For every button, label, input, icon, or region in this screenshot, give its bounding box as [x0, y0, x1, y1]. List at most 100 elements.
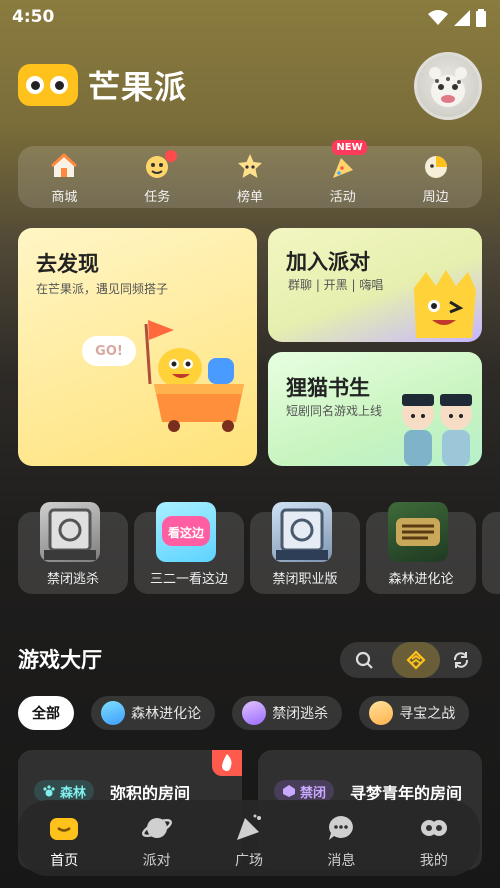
- tab-party[interactable]: 派对: [110, 800, 202, 876]
- battery-icon: [476, 9, 486, 27]
- profile-icon: [420, 820, 447, 836]
- nav-label: 任务: [144, 190, 171, 205]
- room-tag-label: 禁闭: [300, 785, 327, 801]
- nav-label: 活动: [329, 190, 356, 205]
- merch-icon: [424, 156, 447, 178]
- chip-treasure[interactable]: 寻宝之战: [359, 696, 470, 730]
- look-here-logo-icon: 看这边: [162, 516, 210, 546]
- lock-shape-icon: [283, 785, 295, 797]
- crown-mascot-icon: [414, 270, 476, 338]
- signal-icon: [454, 10, 470, 26]
- shop-icon: [51, 152, 78, 177]
- status-bar: 4:50: [0, 0, 500, 34]
- nav-item-shop[interactable]: 商城: [18, 146, 111, 208]
- hot-badge: [212, 750, 242, 776]
- lockdown-game-icon: [242, 701, 267, 725]
- game-label: 禁闭逃杀: [46, 572, 99, 587]
- game-thumbnail: 看这边: [156, 502, 216, 562]
- game-tile[interactable]: 禁闭逃杀: [18, 502, 128, 594]
- home-icon: [50, 818, 79, 840]
- message-icon: [329, 816, 354, 840]
- cat-scholar-card[interactable]: 狸猫书生 短剧同名游戏上线: [268, 352, 482, 466]
- nav-item-merch[interactable]: 周边: [389, 146, 482, 208]
- vault-door-icon: [276, 508, 328, 560]
- go-bubble: GO!: [82, 336, 136, 366]
- tab-label: 消息: [327, 853, 356, 869]
- cart-illustration-icon: [144, 320, 244, 432]
- square-icon: [237, 814, 262, 840]
- quick-nav: 商城 任务 榜单 NEW 活动 周边: [18, 140, 482, 208]
- nav-item-activity[interactable]: NEW 活动: [296, 140, 389, 208]
- game-tile[interactable]: 禁闭职业版: [250, 502, 360, 594]
- status-icons: [428, 9, 486, 27]
- switch-mode-button[interactable]: [392, 642, 440, 678]
- game-tile-partial[interactable]: [482, 512, 500, 594]
- user-avatar[interactable]: [414, 52, 482, 120]
- thumb-text: 看这边: [168, 525, 205, 540]
- bottom-tab-bar: 首页 派对 广场 消息 我的: [18, 800, 480, 876]
- card-subtitle: 在芒果派，遇见同频搭子: [36, 282, 169, 296]
- new-badge: NEW: [332, 140, 367, 155]
- paw-icon: [43, 785, 55, 797]
- tab-messages[interactable]: 消息: [295, 800, 387, 876]
- forest-game-icon: [101, 701, 126, 725]
- forest-logo-icon: [396, 518, 440, 546]
- game-label: 禁闭职业版: [272, 572, 338, 587]
- hall-toolbar: [340, 642, 482, 678]
- logo-eye-left: [26, 76, 44, 94]
- tab-label: 我的: [419, 853, 448, 869]
- planet-icon: [141, 818, 172, 838]
- notification-dot: [164, 150, 177, 162]
- game-label: 三二一看这边: [149, 572, 228, 587]
- ranking-icon: [237, 154, 262, 178]
- search-button[interactable]: [340, 642, 388, 678]
- party-card[interactable]: 加入派对 群聊 | 开黑 | 嗨唱: [268, 228, 482, 342]
- game-tile[interactable]: 看这边 三二一看这边: [134, 502, 244, 594]
- game-tile[interactable]: 森林进化论: [366, 502, 476, 594]
- tab-profile[interactable]: 我的: [388, 800, 480, 876]
- room-tag: 森林: [34, 780, 95, 802]
- fire-icon: [222, 754, 232, 771]
- card-title: 去发现: [36, 252, 99, 276]
- tab-square[interactable]: 广场: [203, 800, 295, 876]
- chip-label: 禁闭逃杀: [272, 706, 329, 722]
- vault-door-icon: [44, 508, 96, 560]
- search-icon: [355, 651, 373, 669]
- treasure-game-icon: [369, 701, 394, 725]
- leopard-avatar-icon: [429, 67, 467, 107]
- chip-label: 寻宝之战: [399, 706, 456, 722]
- tab-label: 派对: [142, 853, 171, 869]
- app-logo: [18, 64, 78, 106]
- nav-item-task[interactable]: 任务: [111, 146, 204, 208]
- card-subtitle: 短剧同名游戏上线: [286, 404, 383, 418]
- chip-lockdown[interactable]: 禁闭逃杀: [232, 696, 343, 730]
- room-tag: 禁闭: [274, 780, 335, 802]
- tab-home[interactable]: 首页: [18, 800, 110, 876]
- status-time: 4:50: [12, 7, 55, 27]
- room-tag-label: 森林: [60, 785, 87, 801]
- scholar-characters-icon: [402, 394, 472, 466]
- chip-label: 森林进化论: [131, 706, 202, 722]
- switch-icon: [406, 650, 426, 670]
- discover-card[interactable]: 去发现 在芒果派，遇见同频搭子 GO!: [18, 228, 257, 466]
- refresh-button[interactable]: [440, 642, 482, 678]
- game-thumbnail: [388, 502, 448, 562]
- brand-title: 芒果派: [88, 68, 188, 106]
- category-chips: 全部 森林进化论 禁闭逃杀 寻宝之战: [18, 696, 500, 732]
- refresh-icon: [453, 652, 469, 668]
- card-subtitle: 群聊 | 开黑 | 嗨唱: [288, 278, 384, 292]
- game-thumbnail: [272, 502, 332, 562]
- nav-label: 榜单: [236, 190, 263, 205]
- card-title: 加入派对: [286, 250, 370, 274]
- game-hall-title: 游戏大厅: [18, 648, 102, 672]
- activity-icon: [332, 158, 353, 178]
- tab-label: 首页: [50, 853, 79, 869]
- game-thumbnail: [40, 502, 100, 562]
- game-label: 森林进化论: [388, 572, 454, 587]
- logo-eye-right: [50, 76, 68, 94]
- tab-label: 广场: [235, 853, 264, 869]
- nav-item-ranking[interactable]: 榜单: [204, 146, 297, 208]
- chip-all[interactable]: 全部: [18, 696, 74, 730]
- chip-forest[interactable]: 森林进化论: [91, 696, 216, 730]
- nav-label: 周边: [422, 190, 449, 205]
